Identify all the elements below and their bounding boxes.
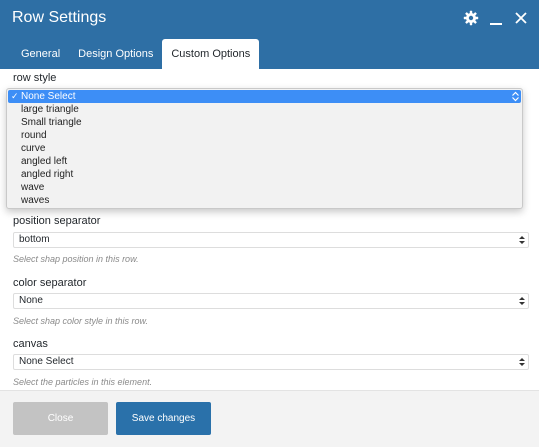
close-button[interactable]: Close [13,402,108,435]
color-separator-select[interactable]: None [13,293,529,309]
color-separator-value: None [19,295,43,306]
row-style-dropdown[interactable]: ✓ None Select large triangle Small trian… [6,88,523,209]
row-style-option[interactable]: Small triangle [7,116,522,129]
color-separator-description: Select shap color style in this row. [13,316,149,326]
color-separator-label: color separator [13,277,87,289]
canvas-value: None Select [19,356,74,367]
row-style-option[interactable]: curve [7,142,522,155]
row-style-option[interactable]: wave [7,181,522,194]
select-arrows-icon [519,358,525,366]
position-separator-description: Select shap position in this row. [13,254,139,264]
select-arrows-icon [519,236,525,244]
tab-custom-options[interactable]: Custom Options [162,39,260,69]
header-controls [463,10,529,26]
position-separator-value: bottom [19,234,50,245]
row-style-option[interactable]: large triangle [7,103,522,116]
tab-design-options[interactable]: Design Options [69,39,162,69]
tab-bar: General Design Options Custom Options [12,39,260,69]
gear-icon[interactable] [463,10,479,26]
canvas-select[interactable]: None Select [13,354,529,370]
row-style-label: row style [13,72,57,84]
row-style-option[interactable]: ✓ None Select [8,90,521,103]
position-separator-select[interactable]: bottom [13,232,529,248]
dialog-title: Row Settings [12,9,107,26]
canvas-description: Select the particles in this element. [13,377,153,387]
save-changes-button[interactable]: Save changes [116,402,211,435]
dialog-footer: Close Save changes [0,390,539,447]
minimize-icon[interactable] [488,10,504,26]
dialog-header: Row Settings General Design Options Cust… [0,0,539,69]
row-style-option[interactable]: round [7,129,522,142]
select-arrows-icon [512,91,519,102]
select-arrows-icon [519,297,525,305]
row-style-option[interactable]: waves [7,194,522,207]
tab-general[interactable]: General [12,39,69,69]
close-icon[interactable] [513,10,529,26]
canvas-label: canvas [13,338,48,350]
checkmark-icon: ✓ [11,91,19,101]
row-style-option[interactable]: angled right [7,168,522,181]
position-separator-label: position separator [13,215,101,227]
row-style-option[interactable]: angled left [7,155,522,168]
